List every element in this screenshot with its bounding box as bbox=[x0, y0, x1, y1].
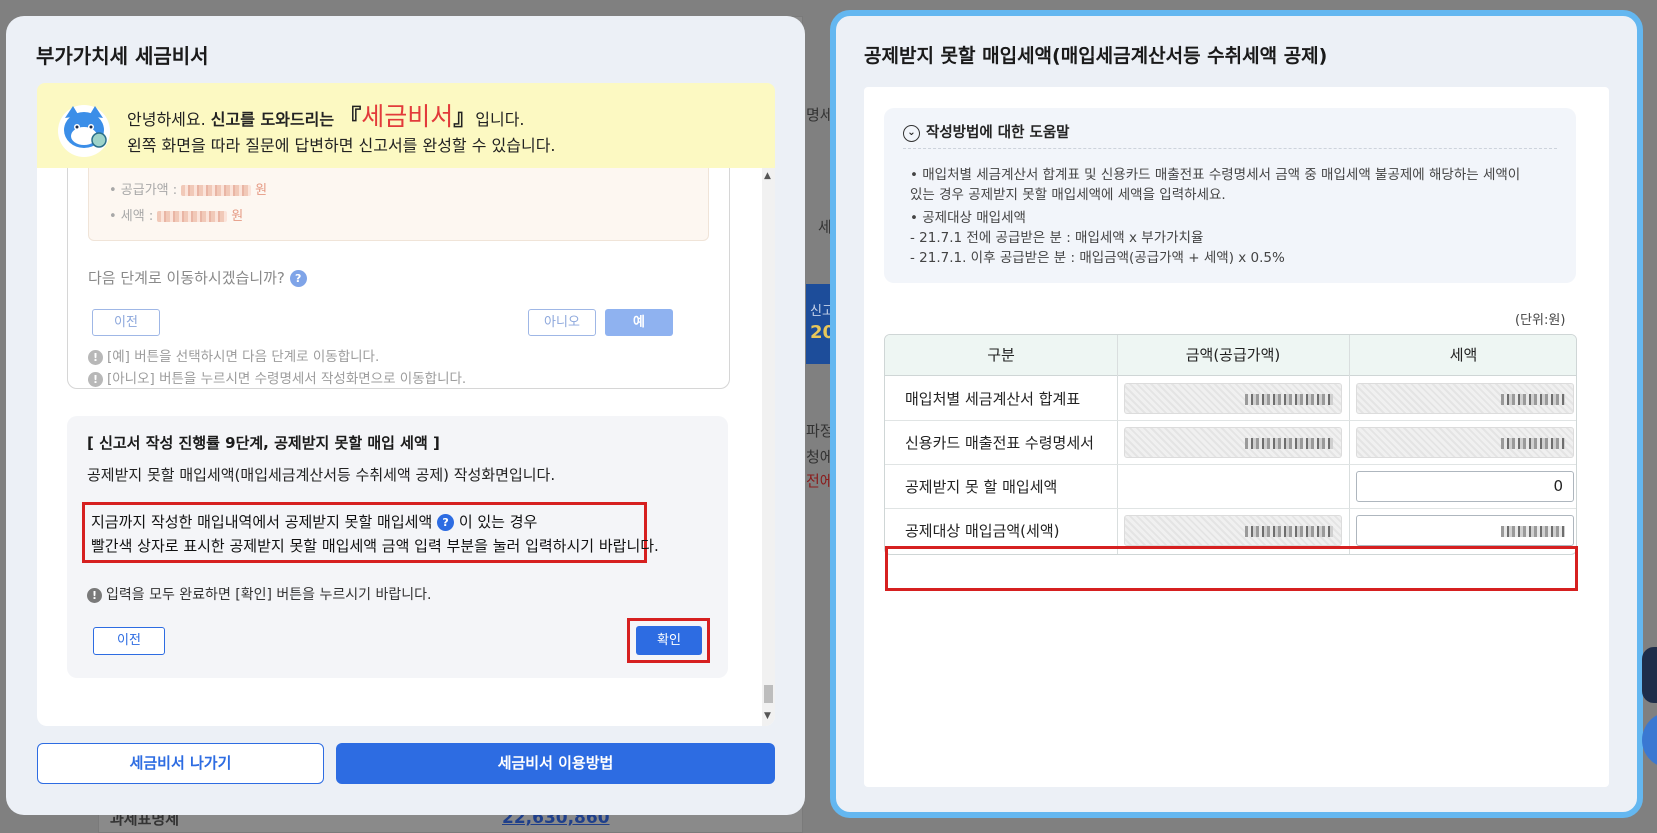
tax-table: 구분 금액(공급가액) 세액 매입처별 세금계산서 합계표 신용카드 매출전표 … bbox=[884, 334, 1577, 555]
question-text: 다음 단계로 이동하시겠습니까? bbox=[88, 269, 285, 287]
tax-amount-row: • 세액 : 원 bbox=[109, 205, 243, 224]
masked-value bbox=[1245, 438, 1333, 449]
masked-value bbox=[1245, 394, 1333, 405]
scrollbar-thumb[interactable] bbox=[764, 685, 773, 703]
greeting-banner: 안녕하세요. 신고를 도와드리는 『세금비서』입니다. 왼쪽 화면을 따라 질문… bbox=[37, 83, 775, 168]
no-button[interactable]: 아니오 bbox=[528, 309, 596, 336]
won-unit: 원 bbox=[255, 183, 268, 198]
masked-amount-cell bbox=[1124, 427, 1342, 458]
previous-step-prev-button[interactable]: 이전 bbox=[92, 309, 160, 336]
input-value: 0 bbox=[1553, 477, 1563, 495]
greeting-suffix: 입니다. bbox=[475, 110, 525, 129]
masked-value bbox=[1501, 526, 1565, 537]
help-icon[interactable]: ? bbox=[289, 270, 307, 287]
row-divider bbox=[885, 464, 1576, 465]
completion-note: ! 입력을 모두 완료하면 [확인] 버튼을 누르시기 바랍니다. bbox=[87, 584, 431, 604]
greeting-line-1: 안녕하세요. 신고를 도와드리는 『세금비서』입니다. bbox=[127, 97, 525, 133]
non-deductible-tax-input[interactable]: 0 bbox=[1356, 471, 1574, 502]
help-line: • 매입처별 세금계산서 합계표 및 신용카드 매출전표 수령명세서 금액 중 … bbox=[910, 167, 1521, 183]
non-deductible-tax-modal: 공제받지 못할 매입세액(매입세금계산서등 수취세액 공제) ⌄ 작성방법에 대한… bbox=[830, 10, 1643, 818]
masked-value bbox=[1245, 526, 1333, 537]
won-unit: 원 bbox=[231, 209, 244, 224]
tax-label: • 세액 : bbox=[109, 209, 154, 224]
completion-note-text: 입력을 모두 완료하면 [확인] 버튼을 누르시기 바랍니다. bbox=[106, 587, 432, 603]
step-description: 공제받지 못할 매입세액(매입세금계산서등 수취세액 공제) 작성화면입니다. bbox=[87, 466, 556, 484]
note-yes-text: [예] 버튼을 선택하시면 다음 단계로 이동합니다. bbox=[107, 349, 380, 365]
instruction-line-2: 빨간색 상자로 표시한 공제받지 못할 매입세액 금액 입력 부분을 눌러 입력… bbox=[91, 537, 659, 555]
header-tax-amount: 세액 bbox=[1349, 335, 1576, 376]
current-step-card: [ 신고서 작성 진행률 9단계, 공제받지 못할 매입 세액 ] 공제받지 못… bbox=[67, 416, 728, 678]
help-icon[interactable]: ? bbox=[437, 514, 455, 531]
header-supply-amount: 금액(공급가액) bbox=[1117, 335, 1349, 376]
row-label: 공제대상 매입금액(세액) bbox=[905, 522, 1060, 540]
instruction-line-1: 지금까지 작성한 매입내역에서 공제받지 못할 매입세액 ? 이 있는 경우 bbox=[91, 511, 537, 532]
masked-tax-cell bbox=[1356, 383, 1574, 414]
scrollbar[interactable]: ▲ ▼ bbox=[762, 168, 775, 726]
greeting-line-2: 왼쪽 화면을 따라 질문에 답변하면 신고서를 완성할 수 있습니다. bbox=[127, 136, 556, 155]
supply-label: • 공급가액 : bbox=[109, 183, 178, 198]
brand-name: 세금비서 bbox=[361, 102, 454, 131]
chevron-down-icon: ⌄ bbox=[903, 124, 920, 142]
masked-value bbox=[181, 185, 252, 196]
masked-value bbox=[1501, 438, 1565, 449]
scroll-down-icon[interactable]: ▼ bbox=[764, 711, 771, 721]
confirm-button[interactable]: 확인 bbox=[636, 626, 702, 655]
row-label: 매입처별 세금계산서 합계표 bbox=[905, 390, 1081, 408]
step-title: [ 신고서 작성 진행률 9단계, 공제받지 못할 매입 세액 ] bbox=[87, 434, 440, 452]
info-icon: ! bbox=[88, 371, 103, 387]
masked-value bbox=[1501, 394, 1565, 405]
exit-assistant-button[interactable]: 세금비서 나가기 bbox=[37, 743, 324, 784]
brand-bracket-open: 『 bbox=[339, 106, 362, 131]
masked-amount-cell bbox=[1124, 515, 1342, 546]
note-no: ! [아니오] 버튼을 누르시면 수령명세서 작성화면으로 이동합니다. bbox=[88, 367, 466, 387]
row-label: 공제받지 못 할 매입세액 bbox=[905, 478, 1058, 496]
masked-value bbox=[157, 211, 228, 222]
modal-title: 공제받지 못할 매입세액(매입세금계산서등 수취세액 공제) bbox=[864, 45, 1328, 67]
assistant-guide-button[interactable]: 세금비서 이용방법 bbox=[336, 743, 775, 784]
greeting-prefix: 안녕하세요. bbox=[127, 110, 211, 129]
instruction-prefix: 지금까지 작성한 매입내역에서 공제받지 못할 매입세액 bbox=[91, 513, 433, 531]
brand-bracket-close: 』 bbox=[453, 106, 476, 131]
modal-title: 부가가치세 세금비서 bbox=[36, 44, 209, 68]
info-icon: ! bbox=[88, 349, 103, 365]
deductible-tax-input[interactable] bbox=[1356, 515, 1574, 546]
instruction-highlight-box: 지금까지 작성한 매입내역에서 공제받지 못할 매입세액 ? 이 있는 경우 빨… bbox=[82, 502, 659, 563]
row-label: 신용카드 매출전표 수령명세서 bbox=[905, 434, 1094, 452]
non-deductible-row-highlight bbox=[885, 546, 1578, 591]
row-divider bbox=[885, 420, 1576, 421]
help-section: ⌄ 작성방법에 대한 도움말 • 매입처별 세금계산서 합계표 및 신용카드 매출… bbox=[884, 108, 1576, 283]
assistant-scroll-area[interactable]: • 공급가액 :원 • 세액 :원 다음 단계로 이동하시겠습니까? ? 이전 … bbox=[37, 168, 775, 726]
supply-amount-row: • 공급가액 : 원 bbox=[109, 179, 267, 198]
help-line: 있는 경우 공제받지 못할 매입세액에 세액을 입력하세요. bbox=[910, 187, 1226, 203]
help-divider bbox=[903, 148, 1557, 149]
modal-content: ⌄ 작성방법에 대한 도움말 • 매입처별 세금계산서 합계표 및 신용카드 매출… bbox=[864, 87, 1609, 787]
instruction-suffix: 이 있는 경우 bbox=[458, 513, 538, 531]
floating-tab[interactable] bbox=[1642, 647, 1657, 703]
help-toggle[interactable]: ⌄ 작성방법에 대한 도움말 bbox=[903, 121, 1070, 142]
info-icon: ! bbox=[87, 587, 102, 603]
next-step-question: 다음 단계로 이동하시겠습니까? ? bbox=[88, 267, 307, 288]
prev-button[interactable]: 이전 bbox=[93, 627, 165, 655]
supply-summary-box: • 공급가액 : 원 • 세액 : 원 bbox=[88, 168, 709, 241]
help-line: - 21.7.1 전에 공급받은 분 : 매입세액 x 부가가치율 bbox=[910, 230, 1204, 246]
column-divider bbox=[1349, 335, 1350, 554]
masked-tax-cell bbox=[1356, 427, 1574, 458]
help-line: • 공제대상 매입세액 bbox=[910, 210, 1026, 226]
column-divider bbox=[1117, 335, 1118, 554]
header-category: 구분 bbox=[885, 335, 1117, 376]
scroll-up-icon[interactable]: ▲ bbox=[764, 171, 771, 181]
note-yes: ! [예] 버튼을 선택하시면 다음 단계로 이동합니다. bbox=[88, 345, 379, 365]
tax-assistant-modal: 부가가치세 세금비서 안녕하세요. 신고를 도와드리는 『세금비서』입니다. 왼… bbox=[6, 16, 805, 815]
help-line: - 21.7.1. 이후 공급받은 분 : 매입금액(공급가액 + 세액) x … bbox=[910, 250, 1285, 266]
confirm-highlight-box: 확인 bbox=[627, 618, 710, 663]
help-heading: 작성방법에 대한 도움말 bbox=[926, 125, 1070, 141]
yes-button[interactable]: 예 bbox=[605, 309, 673, 336]
masked-amount-cell bbox=[1124, 383, 1342, 414]
mascot-icon bbox=[58, 105, 110, 157]
unit-label: (단위:원) bbox=[1515, 313, 1566, 328]
note-no-text: [아니오] 버튼을 누르시면 수령명세서 작성화면으로 이동합니다. bbox=[107, 371, 467, 387]
greeting-bold: 신고를 도와드리는 bbox=[210, 110, 335, 129]
row-divider bbox=[885, 508, 1576, 509]
previous-step-card: • 공급가액 :원 • 세액 :원 다음 단계로 이동하시겠습니까? ? 이전 … bbox=[67, 168, 730, 389]
